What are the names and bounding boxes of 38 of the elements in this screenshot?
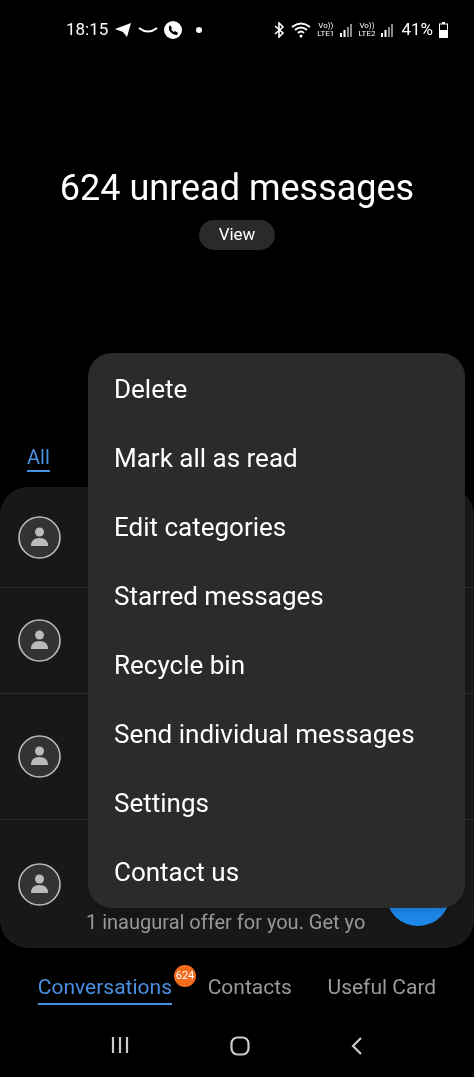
view-button[interactable]: View <box>198 220 276 250</box>
phone-icon <box>164 21 183 39</box>
menu-item[interactable]: Send individual messages <box>114 715 415 754</box>
status-time: 18:15 <box>66 18 109 42</box>
network-label: LTE2 <box>358 30 376 38</box>
unread-count-title: 624 unread messages <box>59 166 415 211</box>
avatar-icon <box>18 735 61 778</box>
home-icon[interactable] <box>230 1036 250 1056</box>
menu-item[interactable]: Mark all as read <box>114 439 298 478</box>
signal-icon <box>340 23 353 37</box>
bottom-tab[interactable]: Conversations <box>37 971 172 1005</box>
signal-icon <box>381 23 394 37</box>
avatar-icon <box>18 619 61 662</box>
wave-icon <box>138 26 159 34</box>
bluetooth-icon <box>273 22 286 38</box>
paper-plane-icon <box>114 22 133 38</box>
bottom-tab[interactable]: Useful Card <box>327 971 437 1005</box>
menu-item[interactable]: Edit categories <box>114 508 287 547</box>
unread-badge: 624 <box>174 965 196 987</box>
volte-label: Vo)) <box>318 22 334 30</box>
dot-icon <box>196 27 203 33</box>
filter-tab[interactable]: All <box>27 444 50 472</box>
message-preview: 1 inaugural offer for you. Get yo <box>86 909 366 936</box>
menu-item[interactable]: Delete <box>114 370 188 409</box>
avatar-icon <box>18 515 61 559</box>
volte-label: Vo)) <box>359 22 375 30</box>
network-label: LTE1 <box>317 30 335 38</box>
menu-item[interactable]: Settings <box>114 784 209 823</box>
back-icon[interactable] <box>351 1036 364 1056</box>
avatar-icon <box>18 862 61 906</box>
wifi-icon <box>291 22 312 38</box>
recent-apps-icon[interactable] <box>110 1036 129 1054</box>
menu-item[interactable]: Starred messages <box>114 577 324 616</box>
battery-icon <box>439 22 448 38</box>
bottom-tab[interactable]: Contacts <box>207 971 292 1005</box>
menu-item[interactable]: Recycle bin <box>114 646 245 685</box>
menu-item[interactable]: Contact us <box>114 853 240 892</box>
battery-percent: 41% <box>401 18 433 42</box>
